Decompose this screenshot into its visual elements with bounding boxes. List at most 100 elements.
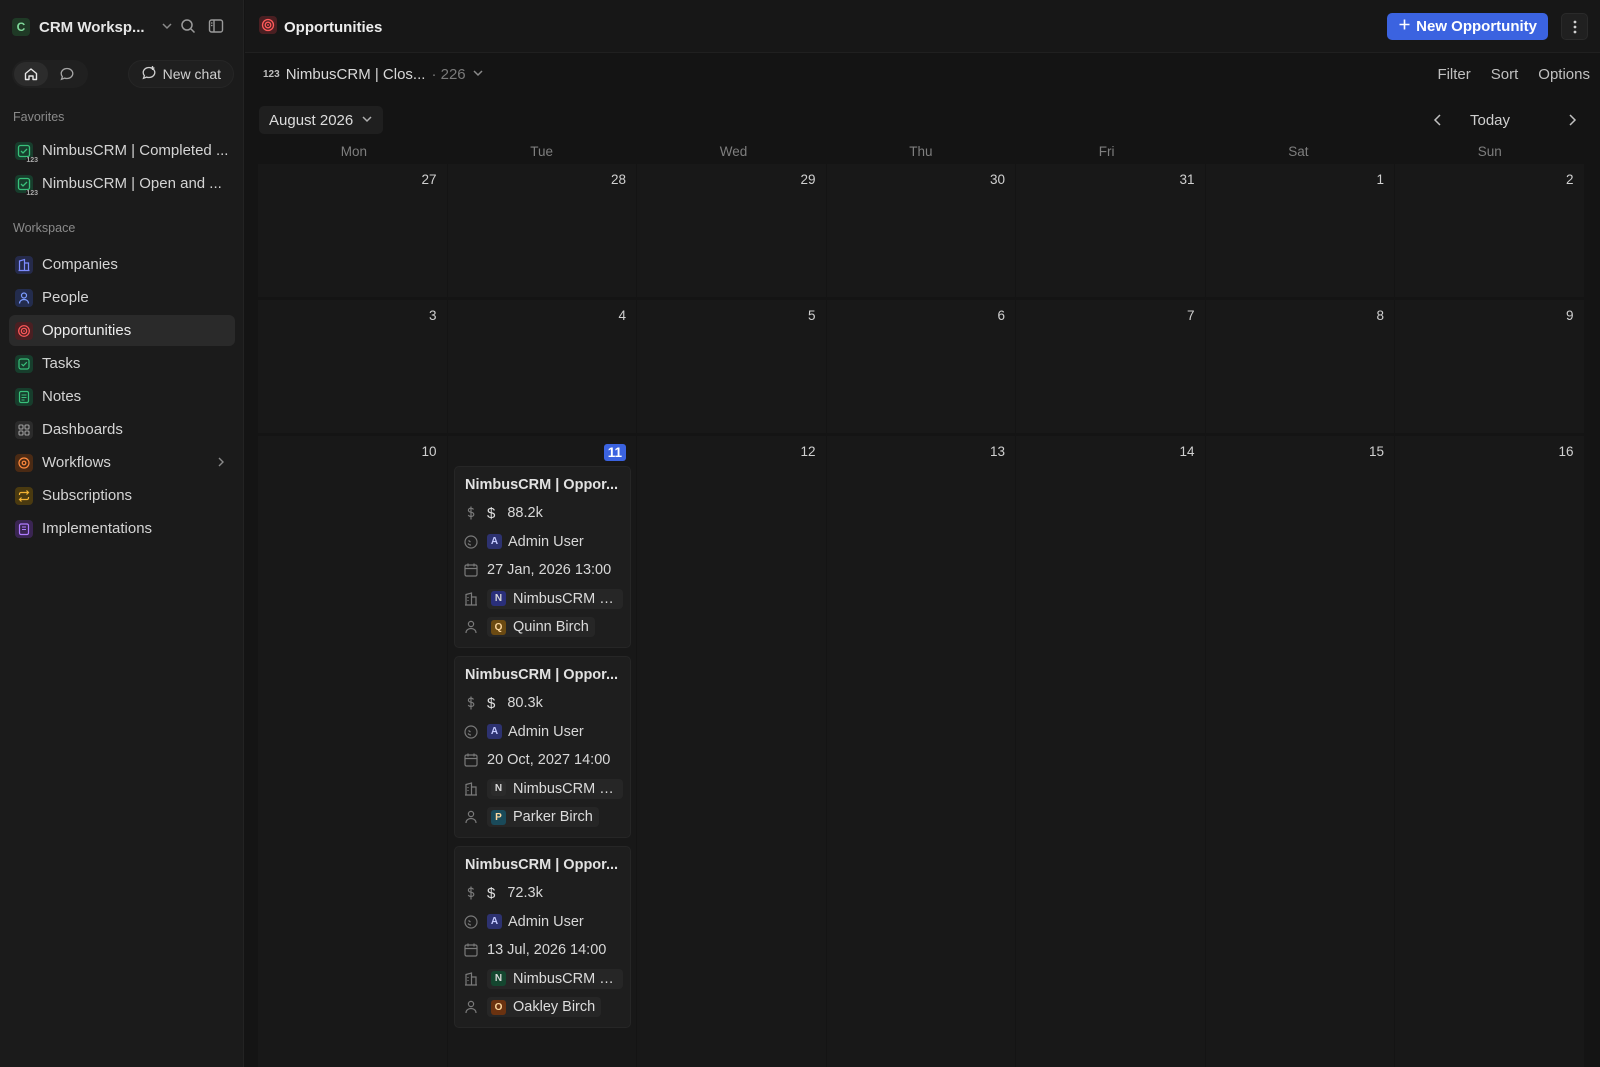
opportunity-card[interactable]: NimbusCRM | Oppor... $72.3k A Admin User 13 …	[454, 846, 631, 1028]
search-icon[interactable]	[180, 18, 198, 36]
page-title: Opportunities	[259, 16, 382, 38]
day-number: 31	[1179, 172, 1195, 187]
favorite-item-completed[interactable]: 123 NimbusCRM | Completed ...	[9, 135, 235, 166]
company-chip[interactable]: N NimbusCRM | ...	[487, 588, 623, 609]
building-icon	[463, 971, 479, 987]
company-chip[interactable]: N NimbusCRM | ...	[487, 968, 623, 989]
contact-chip[interactable]: O Oakley Birch	[487, 997, 602, 1017]
favorite-label: NimbusCRM | Open and ...	[42, 175, 222, 192]
sort-button[interactable]: Sort	[1491, 66, 1519, 83]
calendar-day-cell[interactable]: 27	[258, 164, 447, 297]
new-opportunity-button[interactable]: New Opportunity	[1387, 13, 1548, 40]
home-icon[interactable]	[14, 62, 48, 86]
calendar-day-cell[interactable]: 10	[258, 436, 447, 1067]
view-icon: 123	[15, 141, 38, 164]
calendar-day-cell[interactable]: 12	[637, 436, 826, 1067]
calendar-day-cell[interactable]: 9	[1395, 300, 1584, 433]
opportunity-card[interactable]: NimbusCRM | Oppor... $80.3k A Admin User 20 …	[454, 656, 631, 838]
calendar-day-cell[interactable]: 16	[1395, 436, 1584, 1067]
day-number: 27	[421, 172, 437, 187]
close-date-value: 20 Oct, 2027 14:00	[487, 752, 611, 768]
amount-value: $88.2k	[487, 505, 543, 522]
options-button[interactable]: Options	[1538, 66, 1590, 83]
calendar-day-cell[interactable]: 30	[826, 164, 1015, 297]
calendar-day-cell[interactable]: 29	[637, 164, 826, 297]
filter-button[interactable]: Filter	[1437, 66, 1470, 83]
sidebar-item-people[interactable]: People	[9, 282, 235, 313]
more-options-icon[interactable]	[1561, 13, 1588, 40]
calendar-day-cell[interactable]: 28	[447, 164, 636, 297]
card-field: A Admin User	[463, 530, 584, 554]
page-title-text: Opportunities	[284, 18, 383, 36]
calendar-day-cell[interactable]: 3	[258, 300, 447, 433]
sidebar-item-companies[interactable]: Companies	[9, 249, 235, 280]
sidebar-item-implementations[interactable]: Implementations	[9, 513, 235, 544]
card-field: N NimbusCRM | ...	[463, 587, 623, 611]
chevron-right-icon[interactable]	[215, 455, 227, 472]
month-picker[interactable]: August 2026	[259, 106, 384, 134]
owner-avatar: A	[487, 914, 502, 929]
calendar-day-cell[interactable]: 5	[637, 300, 826, 433]
close-date-value: 13 Jul, 2026 14:00	[487, 942, 607, 958]
calendar-day-cell[interactable]: 15	[1205, 436, 1394, 1067]
sidebar-item-label: Notes	[42, 388, 82, 405]
calendar-day-cell[interactable]: 1	[1205, 164, 1394, 297]
contact-name: Parker Birch	[513, 809, 593, 825]
close-date-value: 27 Jan, 2026 13:00	[487, 562, 612, 578]
amount-text: 80.3k	[507, 695, 543, 711]
weekday-header: Fri	[1098, 144, 1115, 159]
clipboard-icon	[15, 519, 33, 538]
calendar-day-cell[interactable]: 13	[826, 436, 1015, 1067]
company-avatar: N	[491, 781, 506, 796]
opportunity-card[interactable]: NimbusCRM | Oppor... $88.2k A Admin User 27 …	[454, 466, 631, 648]
contact-chip[interactable]: P Parker Birch	[487, 807, 599, 827]
calendar-day-cell[interactable]: 2	[1395, 164, 1584, 297]
sidebar-item-label: Subscriptions	[42, 487, 133, 504]
amount-text: 88.2k	[507, 505, 543, 521]
opportunity-title: NimbusCRM | Oppor...	[465, 857, 619, 873]
today-button[interactable]: Today	[1470, 112, 1510, 129]
sidebar-toggle-icon[interactable]	[208, 18, 226, 36]
chat-bubble-icon[interactable]	[50, 62, 84, 86]
calendar-day-cell[interactable]: 4	[447, 300, 636, 433]
sidebar-item-label: Companies	[42, 256, 118, 273]
person-icon	[463, 619, 479, 635]
sidebar-item-dashboards[interactable]: Dashboards	[9, 414, 235, 445]
target-icon	[15, 321, 33, 340]
day-number: 8	[1376, 308, 1384, 323]
person-icon	[463, 809, 479, 825]
sidebar-item-tasks[interactable]: Tasks	[9, 348, 235, 379]
day-number: 1	[1376, 172, 1384, 187]
opportunity-title: NimbusCRM | Oppor...	[465, 477, 619, 493]
calendar-day-cell[interactable]: 14	[1016, 436, 1205, 1067]
calendar-day-cell[interactable]: 31	[1016, 164, 1205, 297]
company-avatar: N	[491, 971, 506, 986]
view-bar: 123 NimbusCRM | Clos... · 226 Filter Sor…	[245, 54, 1600, 98]
target-icon	[259, 16, 277, 38]
calendar-day-cell[interactable]: 6	[826, 300, 1015, 433]
owner-name: Admin User	[508, 913, 584, 930]
company-chip[interactable]: N NimbusCRM | ...	[487, 778, 623, 799]
card-field: 27 Jan, 2026 13:00	[463, 558, 611, 582]
chevron-down-icon[interactable]	[161, 19, 173, 36]
note-icon	[15, 387, 33, 406]
calendar-day-cell[interactable]: 7	[1016, 300, 1205, 433]
owner-icon	[463, 724, 479, 740]
favorite-item-open[interactable]: 123 NimbusCRM | Open and ...	[9, 168, 235, 199]
sidebar-item-notes[interactable]: Notes	[9, 381, 235, 412]
calendar-day-cell[interactable]: 8	[1205, 300, 1394, 433]
owner-value: A Admin User	[487, 534, 584, 550]
sidebar-item-subscriptions[interactable]: Subscriptions	[9, 480, 235, 511]
sidebar-item-workflows[interactable]: Workflows	[9, 447, 235, 478]
chevron-right-icon[interactable]	[1564, 110, 1580, 134]
contact-chip[interactable]: Q Quinn Birch	[487, 617, 595, 637]
new-chat-icon	[141, 65, 157, 84]
view-picker[interactable]: 123 NimbusCRM | Clos... · 226	[263, 66, 484, 83]
day-number: 2	[1565, 172, 1574, 187]
new-chat-button[interactable]: New chat	[127, 60, 234, 88]
sidebar-item-label: People	[42, 289, 89, 306]
workspace-switcher[interactable]: C CRM Worksp...	[12, 14, 234, 40]
weekday-header: Tue	[530, 144, 554, 159]
chevron-left-icon[interactable]	[1430, 110, 1446, 134]
sidebar-item-opportunities[interactable]: Opportunities	[9, 315, 235, 346]
